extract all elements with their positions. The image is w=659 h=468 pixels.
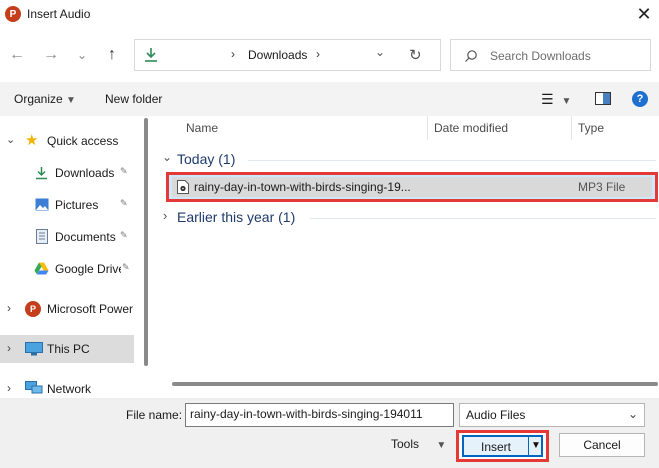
- refresh-icon[interactable]: ↻: [409, 46, 422, 64]
- sidebar-item-label: Network: [47, 382, 92, 396]
- title-bar: [0, 0, 659, 30]
- up-button[interactable]: ↑: [101, 44, 123, 66]
- sidebar-item-documents[interactable]: Documents ✎: [0, 223, 140, 251]
- breadcrumb-separator-end[interactable]: ›: [316, 47, 320, 61]
- powerpoint-icon: P: [25, 301, 41, 317]
- cancel-button[interactable]: Cancel: [559, 433, 645, 457]
- group-label: Today (1): [177, 151, 236, 167]
- view-list-icon: ☰: [541, 91, 554, 107]
- network-icon: [25, 381, 43, 394]
- collapse-chevron-icon: ⌄: [162, 150, 173, 164]
- sidebar-item-label: Downloads: [55, 166, 115, 180]
- sidebar-item-label: Pictures: [55, 198, 99, 212]
- filter-selected-value: Audio Files: [466, 408, 526, 422]
- sidebar-item-downloads[interactable]: Downloads ✎: [0, 159, 140, 187]
- star-icon: ★: [25, 132, 39, 149]
- close-button[interactable]: ✕: [630, 1, 658, 27]
- column-header-date-modified[interactable]: Date modified: [434, 121, 508, 135]
- sidebar-item-microsoft-powerpoint[interactable]: › P Microsoft Power: [0, 295, 140, 323]
- search-icon: [465, 50, 477, 62]
- pin-icon: ✎: [120, 166, 128, 176]
- search-input[interactable]: Search Downloads: [450, 39, 651, 71]
- help-icon[interactable]: ?: [632, 91, 648, 107]
- insert-dropdown-icon[interactable]: ▼: [531, 440, 541, 451]
- group-divider: [310, 218, 656, 219]
- sidebar-item-label: This PC: [47, 342, 90, 356]
- forward-arrow-icon: →: [43, 46, 59, 63]
- pin-icon: ✎: [120, 230, 128, 240]
- chevron-down-icon: ⌄: [627, 407, 638, 421]
- expand-chevron-icon: ›: [7, 301, 11, 315]
- sidebar-item-pictures[interactable]: Pictures ✎: [0, 191, 140, 219]
- search-placeholder: Search Downloads: [490, 49, 591, 63]
- column-separator[interactable]: [427, 116, 428, 140]
- sidebar-item-label: Google Drive: [55, 262, 121, 276]
- up-arrow-icon: ↑: [108, 46, 116, 63]
- pin-icon: ✎: [122, 262, 130, 272]
- expand-chevron-icon: ›: [7, 341, 11, 355]
- column-separator[interactable]: [571, 116, 572, 140]
- back-arrow-icon: ←: [9, 46, 25, 63]
- sidebar-item-label: Quick access: [47, 134, 119, 148]
- recent-locations-button[interactable]: ⌄: [74, 44, 90, 66]
- expand-chevron-icon: ›: [7, 381, 11, 395]
- breadcrumb-downloads[interactable]: Downloads: [248, 48, 307, 62]
- insert-button[interactable]: Insert ▼: [462, 435, 543, 457]
- address-history-dropdown-icon[interactable]: ⌄: [375, 45, 385, 59]
- back-button[interactable]: ←: [6, 44, 28, 66]
- organize-dropdown-icon: ▼: [66, 95, 76, 106]
- view-options-button[interactable]: ☰ ▼: [541, 91, 571, 108]
- preview-pane-icon[interactable]: [595, 92, 611, 105]
- window-title: Insert Audio: [27, 7, 91, 21]
- group-label: Earlier this year (1): [177, 209, 296, 225]
- column-header-type[interactable]: Type: [578, 121, 604, 135]
- sidebar-item-this-pc[interactable]: › This PC: [0, 335, 134, 363]
- new-folder-button[interactable]: New folder: [105, 92, 162, 106]
- forward-button[interactable]: →: [40, 44, 62, 66]
- insert-button-highlight: Insert ▼: [456, 430, 549, 462]
- expand-chevron-icon: ›: [163, 208, 168, 223]
- audio-file-icon: [177, 180, 189, 194]
- insert-label: Insert: [481, 440, 512, 454]
- this-pc-icon: [25, 342, 43, 356]
- tools-label: Tools: [391, 437, 420, 451]
- organize-label: Organize: [14, 92, 63, 106]
- documents-icon: [36, 229, 48, 244]
- tools-menu[interactable]: Tools ▼: [391, 437, 446, 451]
- google-drive-icon: [34, 262, 49, 275]
- column-header-name[interactable]: Name: [186, 121, 218, 135]
- sidebar-item-label: Microsoft Power: [47, 302, 134, 316]
- download-folder-icon: [145, 48, 157, 62]
- sidebar-item-google-drive[interactable]: Google Drive ✎: [0, 255, 140, 283]
- file-type-filter-select[interactable]: Audio Files ⌄: [459, 403, 645, 427]
- address-bar[interactable]: › Downloads › ⌄ ↻: [134, 39, 441, 71]
- file-name-label: File name:: [126, 408, 183, 422]
- chevron-down-icon: ⌄: [76, 48, 88, 62]
- navigation-pane-scrollbar[interactable]: [144, 118, 148, 366]
- file-list-horizontal-scrollbar[interactable]: [172, 382, 658, 386]
- file-name-cell: rainy-day-in-town-with-birds-singing-19.…: [194, 180, 411, 194]
- split-divider: [528, 437, 529, 455]
- view-dropdown-icon: ▼: [561, 96, 572, 107]
- powerpoint-app-icon: P: [5, 6, 21, 22]
- file-type-cell: MP3 File: [578, 180, 626, 194]
- sidebar-item-label: Documents: [55, 230, 116, 244]
- expand-chevron-icon: ⌄: [6, 134, 16, 146]
- file-name-input[interactable]: rainy-day-in-town-with-birds-singing-194…: [185, 403, 454, 427]
- pictures-icon: [35, 198, 49, 211]
- close-icon: ✕: [636, 3, 652, 24]
- organize-menu[interactable]: Organize ▼: [14, 92, 76, 106]
- file-row-selected[interactable]: rainy-day-in-town-with-birds-singing-19.…: [166, 172, 658, 202]
- sidebar-item-quick-access[interactable]: ⌄ ★ Quick access: [0, 127, 140, 155]
- tools-dropdown-icon: ▼: [436, 440, 447, 451]
- group-divider: [248, 160, 656, 161]
- breadcrumb-separator: ›: [231, 47, 235, 61]
- download-icon: [36, 167, 47, 180]
- pin-icon: ✎: [120, 198, 128, 208]
